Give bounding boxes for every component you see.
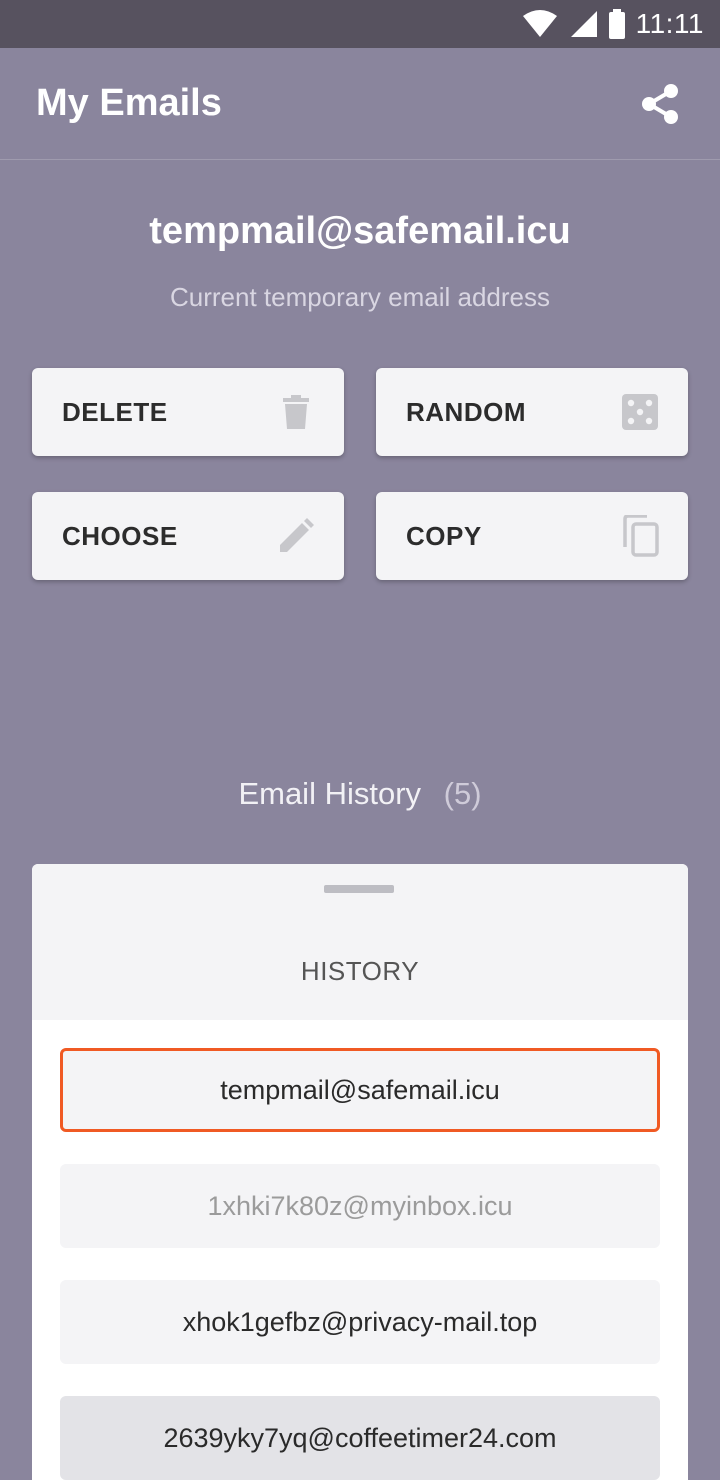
- app-bar: My Emails: [0, 48, 720, 160]
- random-button[interactable]: RANDOM: [376, 368, 688, 456]
- email-history-heading: Email History (5): [0, 776, 720, 812]
- history-sheet-title: HISTORY: [300, 956, 420, 986]
- trash-icon: [276, 392, 316, 432]
- email-history-count: (5): [443, 776, 482, 811]
- current-email-address: tempmail@safemail.icu: [149, 210, 571, 252]
- battery-icon: [608, 9, 625, 39]
- history-item[interactable]: tempmail@safemail.icu: [60, 1048, 660, 1132]
- copy-icon: [620, 515, 660, 557]
- choose-button-label: CHOOSE: [62, 520, 178, 551]
- share-icon: [642, 83, 678, 124]
- pencil-icon: [276, 516, 316, 556]
- history-item[interactable]: 1xhki7k80z@myinbox.icu: [60, 1164, 660, 1248]
- wifi-icon: [522, 10, 557, 37]
- current-email-caption: Current temporary email address: [169, 282, 551, 312]
- delete-button-label: DELETE: [62, 396, 168, 427]
- history-sheet: HISTORY tempmail@safemail.icu 1xhki7k80z…: [32, 864, 688, 1480]
- sheet-drag-handle[interactable]: [324, 885, 394, 893]
- history-item[interactable]: xhok1gefbz@privacy-mail.top: [60, 1280, 660, 1364]
- delete-button[interactable]: DELETE: [32, 368, 344, 456]
- copy-button[interactable]: COPY: [376, 492, 688, 580]
- copy-button-label: COPY: [406, 520, 482, 551]
- history-sheet-header: HISTORY: [32, 864, 688, 1020]
- dice-icon: [620, 392, 660, 432]
- share-button[interactable]: [636, 80, 684, 128]
- choose-button[interactable]: CHOOSE: [32, 492, 344, 580]
- signal-icon: [570, 11, 597, 37]
- random-button-label: RANDOM: [406, 396, 526, 427]
- history-item[interactable]: 2639yky7yq@coffeetimer24.com: [60, 1396, 660, 1480]
- app-title: My Emails: [36, 82, 222, 124]
- email-history-title: Email History: [238, 776, 422, 811]
- status-bar: 11:11: [0, 0, 720, 48]
- status-time: 11:11: [635, 8, 704, 39]
